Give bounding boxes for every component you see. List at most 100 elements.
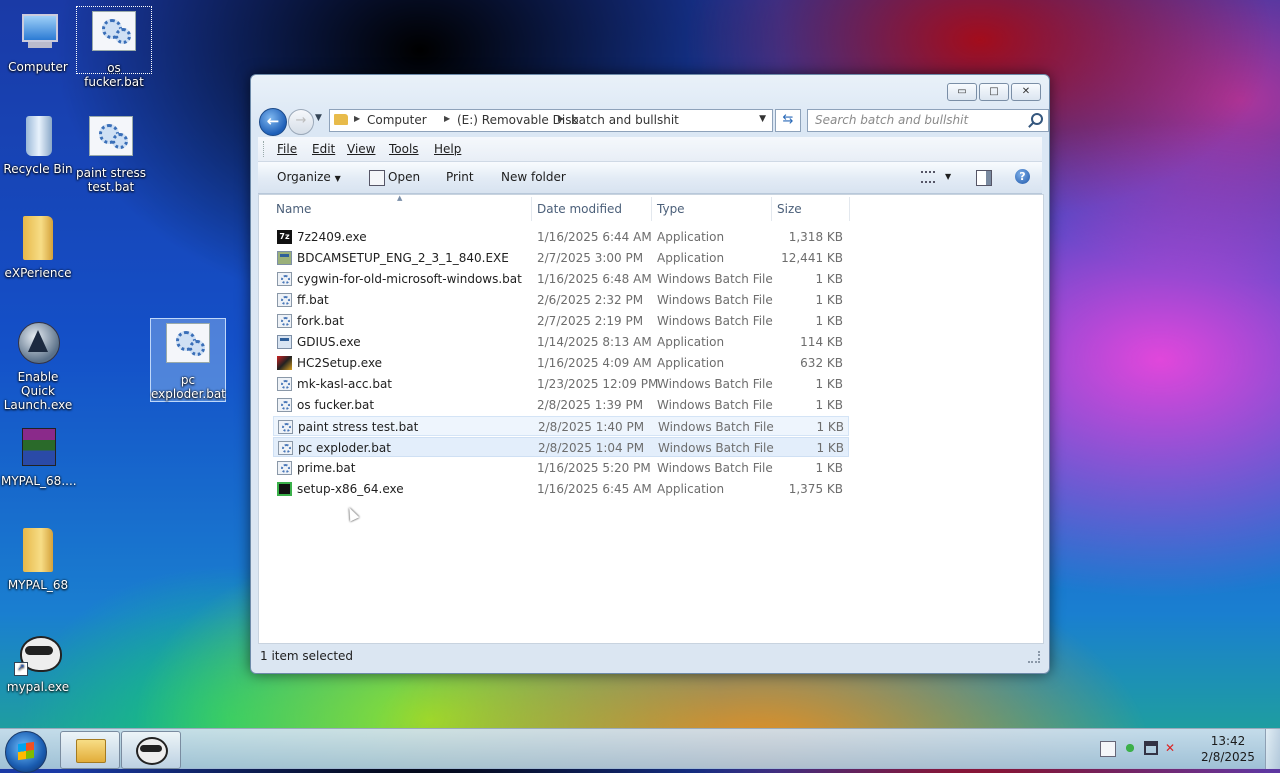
folder-icon [14, 528, 62, 576]
column-divider[interactable] [531, 197, 532, 221]
column-header-name[interactable]: Name [276, 202, 311, 216]
back-button[interactable]: ← [259, 108, 287, 136]
file-row-selected[interactable]: pc exploder.bat 2/8/2025 1:04 PM Windows… [273, 437, 849, 457]
file-row[interactable]: fork.bat 2/7/2025 2:19 PM Windows Batch … [273, 311, 847, 331]
batch-file-icon [277, 461, 292, 475]
refresh-button[interactable]: ⇆ [775, 109, 801, 132]
help-icon[interactable]: ? [1015, 169, 1030, 184]
desktop-icon-mypal-folder[interactable]: MYPAL_68 [1, 526, 75, 592]
file-type: Windows Batch File [657, 314, 773, 328]
file-row-hovered[interactable]: paint stress test.bat 2/8/2025 1:40 PM W… [273, 416, 849, 436]
taskbar-explorer-button[interactable] [60, 731, 120, 769]
recent-pages-dropdown-icon[interactable]: ▼ [315, 113, 325, 123]
file-date: 1/16/2025 4:09 AM [537, 356, 652, 370]
menu-view[interactable]: View [347, 142, 375, 156]
system-tray: ✕ [1100, 741, 1179, 757]
security-icon[interactable] [1123, 741, 1137, 755]
file-size: 632 KB [800, 356, 843, 370]
file-size: 1 KB [815, 461, 843, 475]
action-center-icon[interactable] [1100, 741, 1116, 757]
new-folder-button[interactable]: New folder [501, 170, 566, 184]
desktop-icon-label: Computer [8, 60, 68, 74]
address-bar[interactable]: ▶ Computer ▶ (E:) Removable Disk ▶ batch… [329, 109, 773, 132]
search-input[interactable]: Search batch and bullshit [807, 109, 1049, 132]
menu-edit[interactable]: Edit [312, 142, 335, 156]
menu-tools[interactable]: Tools [389, 142, 419, 156]
file-size: 1 KB [815, 398, 843, 412]
desktop-icon-paint-stress-test-bat[interactable]: paint stress test.bat [74, 112, 148, 194]
breadcrumb-computer[interactable]: Computer [367, 113, 427, 127]
network-icon[interactable] [1144, 741, 1158, 755]
file-row[interactable]: 7z 7z2409.exe 1/16/2025 6:44 AM Applicat… [273, 227, 847, 247]
file-row[interactable]: BDCAMSETUP_ENG_2_3_1_840.EXE 2/7/2025 3:… [273, 248, 847, 268]
start-button[interactable] [5, 731, 47, 773]
close-button[interactable]: ✕ [1011, 83, 1041, 101]
column-header-size[interactable]: Size [777, 202, 802, 216]
column-divider[interactable] [849, 197, 850, 221]
file-name: HC2Setup.exe [297, 356, 383, 370]
setup-icon [277, 356, 292, 370]
column-header-type[interactable]: Type [657, 202, 685, 216]
search-icon[interactable] [1031, 113, 1043, 125]
cygwin-setup-icon [277, 482, 292, 496]
view-options-icon[interactable] [921, 171, 935, 183]
file-row[interactable]: GDIUS.exe 1/14/2025 8:13 AM Application … [273, 332, 847, 352]
breadcrumb-current-folder[interactable]: batch and bullshit [571, 113, 679, 127]
folder-icon [334, 114, 348, 125]
desktop-icon-recycle-bin[interactable]: Recycle Bin [1, 112, 75, 176]
desktop-icon-os-fucker-bat[interactable]: os fucker.bat [76, 6, 152, 89]
desktop-icon-pc-exploder-bat[interactable]: pc exploder.bat [150, 318, 226, 402]
file-type: Windows Batch File [657, 398, 773, 412]
print-button[interactable]: Print [446, 170, 474, 184]
show-desktop-button[interactable] [1265, 729, 1280, 769]
file-name: GDIUS.exe [297, 335, 361, 349]
breadcrumb-separator-icon: ▶ [444, 114, 451, 123]
minimize-button[interactable]: ▭ [947, 83, 977, 101]
file-type: Application [657, 482, 725, 496]
organize-button[interactable]: Organize ▼ [277, 170, 341, 184]
column-divider[interactable] [771, 197, 772, 221]
desktop-icon-computer[interactable]: Computer [1, 10, 75, 74]
view-dropdown-icon[interactable]: ▼ [945, 172, 951, 181]
file-name: paint stress test.bat [298, 420, 419, 434]
column-divider[interactable] [651, 197, 652, 221]
file-name: 7z2409.exe [297, 230, 367, 244]
file-name: cygwin-for-old-microsoft-windows.bat [297, 272, 522, 286]
file-size: 1 KB [815, 314, 843, 328]
address-dropdown-icon[interactable]: ▼ [759, 114, 766, 124]
forward-button[interactable]: → [288, 109, 314, 135]
taskbar-mypal-button[interactable] [121, 731, 181, 769]
file-type: Windows Batch File [657, 377, 773, 391]
open-button[interactable]: Open [388, 170, 420, 184]
preview-pane-icon[interactable] [976, 170, 992, 186]
file-date: 1/16/2025 5:20 PM [537, 461, 651, 475]
desktop-icon-experience[interactable]: eXPerience [1, 214, 75, 280]
batch-file-icon [278, 420, 293, 434]
file-row[interactable]: mk-kasl-acc.bat 1/23/2025 12:09 PM Windo… [273, 374, 847, 394]
file-date: 1/16/2025 6:48 AM [537, 272, 652, 286]
file-date: 1/16/2025 6:44 AM [537, 230, 652, 244]
file-row[interactable]: HC2Setup.exe 1/16/2025 4:09 AM Applicati… [273, 353, 847, 373]
desktop-icon-label: mypal.exe [6, 680, 70, 694]
file-row[interactable]: cygwin-for-old-microsoft-windows.bat 1/1… [273, 269, 847, 289]
desktop-icon-mypal-exe[interactable]: ↗ mypal.exe [1, 630, 75, 694]
volume-muted-icon[interactable]: ✕ [1165, 741, 1179, 755]
file-row[interactable]: setup-x86_64.exe 1/16/2025 6:45 AM Appli… [273, 479, 847, 499]
batch-file-icon [90, 11, 138, 59]
clock[interactable]: 13:42 2/8/2025 [1196, 733, 1260, 765]
desktop-icon-enable-quick-launch[interactable]: Enable Quick Launch.exe [1, 320, 75, 412]
menu-file[interactable]: File [277, 142, 297, 156]
file-row[interactable]: ff.bat 2/6/2025 2:32 PM Windows Batch Fi… [273, 290, 847, 310]
resize-grip-icon[interactable] [1028, 651, 1040, 663]
column-header-date-modified[interactable]: Date modified [537, 202, 622, 216]
file-row[interactable]: os fucker.bat 2/8/2025 1:39 PM Windows B… [273, 395, 847, 415]
file-size: 12,441 KB [781, 251, 843, 265]
menu-help[interactable]: Help [434, 142, 461, 156]
desktop-icon-label: pc exploder.bat [151, 373, 226, 401]
file-type: Application [657, 251, 725, 265]
desktop-icon-mypal-archive[interactable]: MYPAL_68.... [1, 424, 77, 488]
window-controls: ▭ □ ✕ [947, 83, 1041, 101]
file-date: 2/7/2025 2:19 PM [537, 314, 644, 328]
file-row[interactable]: prime.bat 1/16/2025 5:20 PM Windows Batc… [273, 458, 847, 478]
maximize-button[interactable]: □ [979, 83, 1009, 101]
